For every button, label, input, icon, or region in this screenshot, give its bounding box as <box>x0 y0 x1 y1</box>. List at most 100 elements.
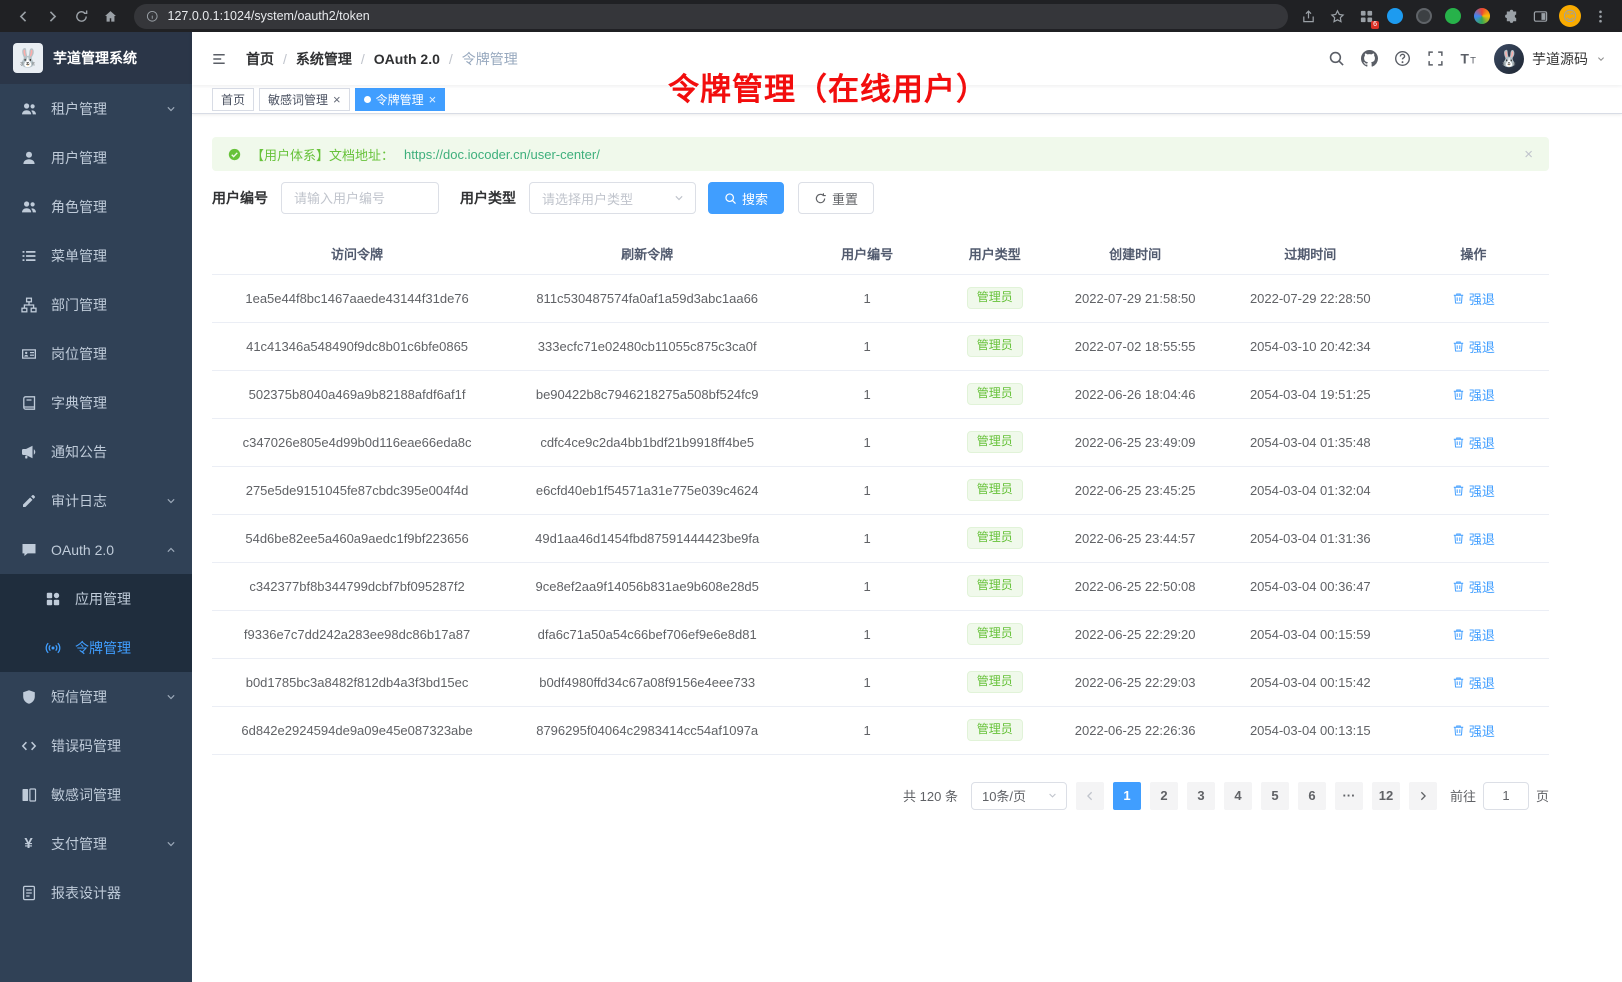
force-logout-button[interactable]: 强退 <box>1452 577 1495 596</box>
browser-menu-icon[interactable] <box>1590 6 1610 26</box>
view-tab[interactable]: 令牌管理× <box>355 88 446 111</box>
help-icon[interactable] <box>1391 48 1413 70</box>
delete-icon <box>1452 676 1465 689</box>
force-logout-button[interactable]: 强退 <box>1452 529 1495 548</box>
doc-link[interactable]: https://doc.iocoder.cn/user-center/ <box>404 147 600 162</box>
sidebar-item-oauth2-app[interactable]: 应用管理 <box>0 574 192 623</box>
breadcrumb-item[interactable]: 首页 <box>246 49 274 69</box>
sidebar-item-oauth2-token[interactable]: 令牌管理 <box>0 623 192 672</box>
goto-suffix: 页 <box>1536 786 1549 805</box>
browser-forward-icon[interactable] <box>39 3 66 30</box>
force-logout-button[interactable]: 强退 <box>1452 385 1495 404</box>
page-button[interactable]: 4 <box>1224 782 1252 810</box>
user-type-badge: 管理员 <box>967 575 1023 597</box>
force-logout-button[interactable]: 强退 <box>1452 289 1495 308</box>
force-logout-button[interactable]: 强退 <box>1452 625 1495 644</box>
sidebar-item-role[interactable]: 角色管理 <box>0 182 192 231</box>
fullscreen-icon[interactable] <box>1424 48 1446 70</box>
refresh-token-cell: 811c530487574fa0af1a59d3abc1aa66 <box>502 274 792 322</box>
search-icon[interactable] <box>1325 48 1347 70</box>
access-token-cell: 41c41346a548490f9dc8b01c6bfe0865 <box>212 322 502 370</box>
side-panel-icon[interactable] <box>1530 6 1550 26</box>
user-id-cell: 1 <box>792 322 942 370</box>
font-size-icon[interactable]: TT <box>1457 48 1479 70</box>
more-pages-button[interactable]: ··· <box>1335 782 1363 810</box>
sidebar-item-sensitive-word[interactable]: 敏感词管理 <box>0 770 192 819</box>
extensions-grid-icon[interactable]: 6 <box>1356 6 1376 26</box>
sidebar-item-report-designer[interactable]: 报表设计器 <box>0 868 192 917</box>
delete-icon <box>1452 580 1465 593</box>
page-button[interactable]: 3 <box>1187 782 1215 810</box>
reset-button[interactable]: 重置 <box>798 182 874 214</box>
view-tab[interactable]: 首页 <box>212 88 254 111</box>
breadcrumb-item[interactable]: OAuth 2.0 <box>374 51 440 67</box>
book-icon <box>20 395 37 411</box>
user-id-input[interactable] <box>281 182 439 214</box>
expire-time-cell: 2054-03-04 01:35:48 <box>1223 418 1398 466</box>
svg-text:T: T <box>1470 55 1476 66</box>
sidebar-item-sms[interactable]: 短信管理 <box>0 672 192 721</box>
expire-time-cell: 2022-07-29 22:28:50 <box>1223 274 1398 322</box>
github-icon[interactable] <box>1358 48 1380 70</box>
sidebar-item-pay[interactable]: ¥支付管理 <box>0 819 192 868</box>
extension-icon-dark[interactable] <box>1414 6 1434 26</box>
site-info-icon[interactable] <box>146 10 159 23</box>
search-button[interactable]: 搜索 <box>708 182 784 214</box>
sidebar-item-oauth2[interactable]: OAuth 2.0 <box>0 525 192 574</box>
table-row: 502375b8040a469a9b82188afdf6af1fbe90422b… <box>212 370 1549 418</box>
browser-profile-avatar[interactable]: 😊 <box>1559 5 1581 27</box>
page-button[interactable]: 12 <box>1372 782 1400 810</box>
sidebar-item-tenant[interactable]: 租户管理 <box>0 84 192 133</box>
user-type-badge: 管理员 <box>967 383 1023 405</box>
refresh-token-cell: e6cfd40eb1f54571a31e775e039c4624 <box>502 466 792 514</box>
browser-home-icon[interactable] <box>97 3 124 30</box>
extension-icon-colorful[interactable] <box>1472 6 1492 26</box>
goto-page-input[interactable] <box>1483 782 1529 810</box>
access-token-cell: 275e5de9151045fe87cbdc395e004f4d <box>212 466 502 514</box>
hamburger-icon[interactable] <box>206 52 232 66</box>
prev-page-button[interactable] <box>1076 782 1104 810</box>
bookmark-star-icon[interactable] <box>1327 6 1347 26</box>
user-type-select[interactable]: 请选择用户类型 <box>529 182 696 214</box>
sidebar-item-notice[interactable]: 通知公告 <box>0 427 192 476</box>
sidebar-item-error-code[interactable]: 错误码管理 <box>0 721 192 770</box>
sidebar-item-audit-log[interactable]: 审计日志 <box>0 476 192 525</box>
select-placeholder: 请选择用户类型 <box>542 189 633 208</box>
app-frame: 🐰 芋道管理系统 租户管理用户管理角色管理菜单管理部门管理岗位管理字典管理通知公… <box>0 32 1622 982</box>
page-button[interactable]: 2 <box>1150 782 1178 810</box>
sidebar-item-dept[interactable]: 部门管理 <box>0 280 192 329</box>
browser-reload-icon[interactable] <box>68 3 95 30</box>
force-logout-button[interactable]: 强退 <box>1452 337 1495 356</box>
users-icon <box>20 101 37 117</box>
force-logout-button[interactable]: 强退 <box>1452 721 1495 740</box>
force-logout-button[interactable]: 强退 <box>1452 481 1495 500</box>
refresh-token-cell: 8796295f04064c2983414cc54af1097a <box>502 706 792 754</box>
sidebar-item-user[interactable]: 用户管理 <box>0 133 192 182</box>
page-button[interactable]: 6 <box>1298 782 1326 810</box>
breadcrumb-item[interactable]: 系统管理 <box>296 49 352 69</box>
page-button[interactable]: 5 <box>1261 782 1289 810</box>
page-button[interactable]: 1 <box>1113 782 1141 810</box>
page-size-select[interactable]: 10条/页 <box>971 782 1067 810</box>
app-logo[interactable]: 🐰 芋道管理系统 <box>0 32 192 84</box>
sidebar-item-dict[interactable]: 字典管理 <box>0 378 192 427</box>
extension-icon-green[interactable] <box>1443 6 1463 26</box>
alert-close-icon[interactable]: × <box>1524 146 1533 163</box>
next-page-button[interactable] <box>1409 782 1437 810</box>
force-logout-button[interactable]: 强退 <box>1452 673 1495 692</box>
tab-close-icon[interactable]: × <box>333 93 341 106</box>
puzzle-icon[interactable] <box>1501 6 1521 26</box>
sidebar-item-menu[interactable]: 菜单管理 <box>0 231 192 280</box>
user-menu[interactable]: 🐰 芋道源码 <box>1494 44 1606 74</box>
force-logout-button[interactable]: 强退 <box>1452 433 1495 452</box>
extension-icon-blue[interactable] <box>1385 6 1405 26</box>
browser-back-icon[interactable] <box>10 3 37 30</box>
chevron-down-icon <box>165 495 177 507</box>
share-icon[interactable] <box>1298 6 1318 26</box>
actions-cell: 强退 <box>1398 514 1549 562</box>
view-tab[interactable]: 敏感词管理× <box>259 88 350 111</box>
sidebar-item-post[interactable]: 岗位管理 <box>0 329 192 378</box>
url-bar[interactable]: 127.0.0.1:1024/system/oauth2/token <box>134 4 1288 29</box>
create-time-cell: 2022-06-25 22:29:20 <box>1048 610 1223 658</box>
tab-close-icon[interactable]: × <box>429 93 437 106</box>
